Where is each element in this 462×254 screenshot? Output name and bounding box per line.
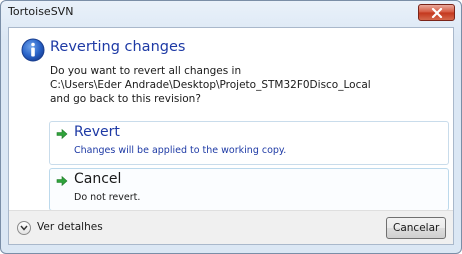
cancel-button[interactable]: Cancelar — [386, 217, 446, 239]
info-icon — [21, 38, 45, 62]
dialog-message: Do you want to revert all changes in C:\… — [50, 64, 371, 106]
chevron-down-icon — [20, 225, 28, 231]
green-arrow-icon — [56, 175, 68, 187]
dialog-content: Reverting changes Do you want to revert … — [8, 27, 454, 245]
window-title: TortoiseSVN — [8, 5, 74, 18]
green-arrow-icon — [56, 128, 68, 140]
cancel-title: Cancel — [74, 171, 122, 187]
message-line: Do you want to revert all changes in — [50, 65, 242, 77]
close-icon — [431, 8, 443, 18]
message-line-path: C:\Users\Eder Andrade\Desktop\Projeto_ST… — [50, 79, 371, 91]
title-bar: TortoiseSVN — [1, 1, 461, 23]
dialog-heading: Reverting changes — [50, 39, 186, 55]
message-line: and go back to this revision? — [50, 93, 201, 105]
cancel-subtitle: Do not revert. — [74, 192, 141, 203]
expand-details-button[interactable] — [17, 221, 31, 235]
close-button[interactable] — [418, 4, 455, 21]
revert-title: Revert — [74, 124, 120, 140]
dialog-window: TortoiseSVN Reverting changes Do you wan… — [0, 0, 462, 254]
revert-command-link[interactable]: Revert Changes will be applied to the wo… — [49, 121, 449, 165]
dialog-footer: Ver detalhes Cancelar — [9, 210, 453, 244]
details-label[interactable]: Ver detalhes — [37, 221, 103, 233]
cancel-command-link[interactable]: Cancel Do not revert. — [49, 168, 449, 211]
revert-subtitle: Changes will be applied to the working c… — [74, 145, 287, 156]
